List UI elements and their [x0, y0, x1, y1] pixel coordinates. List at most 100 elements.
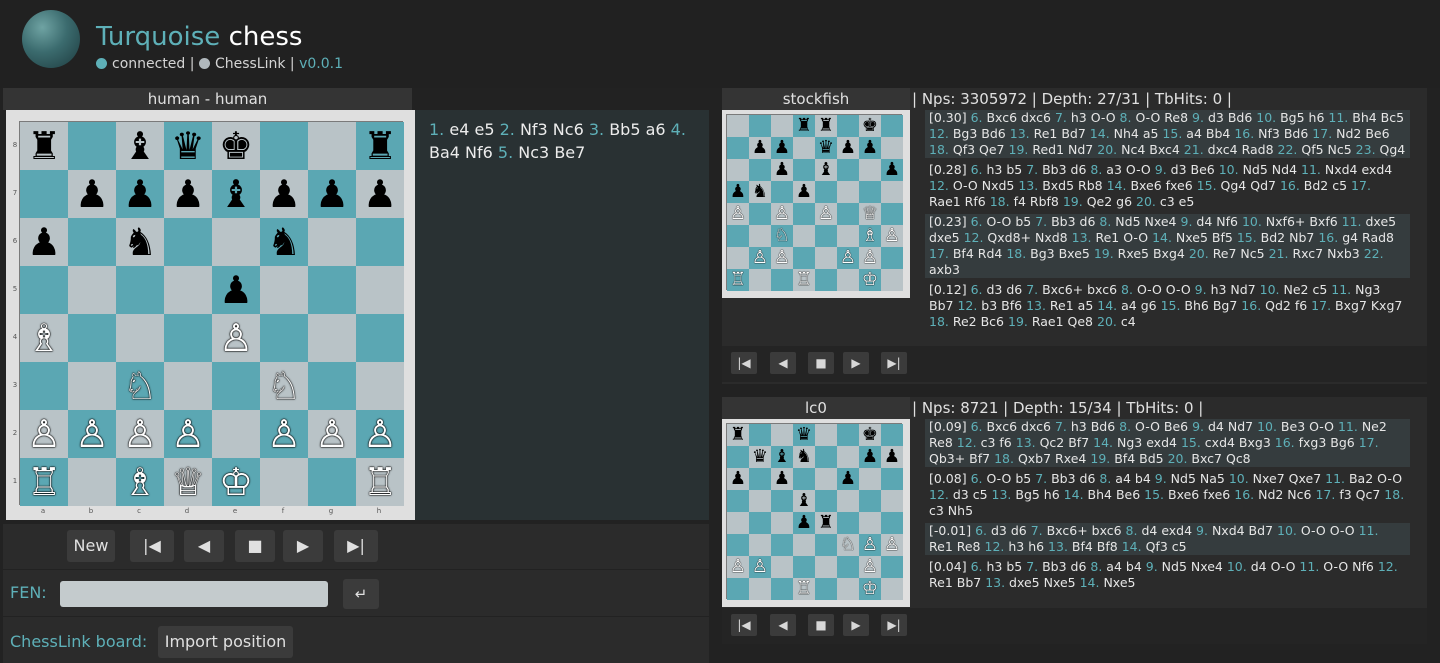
- chess-board[interactable]: ♜ ♝ ♛ ♚ ♜ ♟ ♟ ♟ ♝ ♟ ♟ ♟ ♟ ♞ ♞ ♟ ♗ ♙ ♘ ♘ ♙ ♙ ♙ ♙ ♙ ♙ ♙ ♖ ♗ ♕ ♔ ♖: [19, 121, 404, 506]
- black-queen-icon[interactable]: ♛: [164, 122, 212, 170]
- fen-input[interactable]: [60, 581, 328, 607]
- white-pawn-icon[interactable]: ♙: [68, 410, 116, 458]
- engine-prev-button[interactable]: ◀: [770, 352, 796, 374]
- engine-last-button[interactable]: ▶|: [881, 352, 907, 374]
- board-square[interactable]: [356, 266, 404, 314]
- board-square[interactable]: [68, 458, 116, 506]
- board-square[interactable]: [356, 218, 404, 266]
- board-square[interactable]: [20, 362, 68, 410]
- engine-stop-button[interactable]: ■: [808, 352, 834, 374]
- engine-next-button[interactable]: ▶: [843, 614, 869, 636]
- black-king-icon[interactable]: ♚: [212, 122, 260, 170]
- move-text[interactable]: Ba4 Nf6: [429, 143, 498, 162]
- board-square[interactable]: [20, 170, 68, 218]
- new-game-button[interactable]: New: [67, 530, 115, 562]
- import-position-button[interactable]: Import position: [158, 626, 293, 658]
- board-square[interactable]: [356, 314, 404, 362]
- engine-last-button[interactable]: ▶|: [881, 614, 907, 636]
- last-move-button[interactable]: ▶|: [334, 530, 378, 562]
- board-square[interactable]: [116, 266, 164, 314]
- engine-next-button[interactable]: ▶: [843, 352, 869, 374]
- board-square[interactable]: [116, 314, 164, 362]
- white-pawn-icon[interactable]: ♙: [260, 410, 308, 458]
- black-pawn-icon[interactable]: ♟: [308, 170, 356, 218]
- engine-stats: | Nps: 8721 | Depth: 15/34 | TbHits: 0 |: [912, 399, 1204, 417]
- black-bishop-icon[interactable]: ♝: [212, 170, 260, 218]
- black-pawn-icon[interactable]: ♟: [68, 170, 116, 218]
- pv-line[interactable]: [-0.01] 6. d3 d6 7. Bxc6+ bxc6 8. d4 exd…: [925, 523, 1410, 555]
- engine-stop-button[interactable]: ■: [808, 614, 834, 636]
- pv-line[interactable]: [0.04] 6. h3 b5 7. Bb3 d6 8. a4 b4 9. Nd…: [925, 559, 1410, 591]
- white-pawn-icon[interactable]: ♙: [212, 314, 260, 362]
- board-square[interactable]: [308, 266, 356, 314]
- stop-button[interactable]: ■: [235, 530, 275, 562]
- white-pawn-icon[interactable]: ♙: [164, 410, 212, 458]
- white-rook-icon[interactable]: ♖: [356, 458, 404, 506]
- white-bishop-icon[interactable]: ♗: [116, 458, 164, 506]
- black-knight-icon[interactable]: ♞: [260, 218, 308, 266]
- pv-line[interactable]: [0.08] 6. O-O b5 7. Bb3 d6 8. a4 b4 9. N…: [925, 471, 1410, 519]
- first-move-button[interactable]: |◀: [130, 530, 174, 562]
- black-pawn-icon[interactable]: ♟: [356, 170, 404, 218]
- black-rook-icon[interactable]: ♜: [20, 122, 68, 170]
- board-square[interactable]: [260, 314, 308, 362]
- pv-line[interactable]: [0.28] 6. h3 b5 7. Bb3 d6 8. a3 O-O 9. d…: [925, 162, 1410, 210]
- pv-line[interactable]: [0.12] 6. d3 d6 7. Bxc6+ bxc6 8. O-O O-O…: [925, 282, 1410, 330]
- pv-line[interactable]: [0.30] 6. Bxc6 dxc6 7. h3 O-O 8. O-O Re8…: [925, 110, 1410, 158]
- board-square[interactable]: [260, 266, 308, 314]
- black-pawn-icon[interactable]: ♟: [116, 170, 164, 218]
- white-pawn-icon[interactable]: ♙: [20, 410, 68, 458]
- next-move-button[interactable]: ▶: [283, 530, 323, 562]
- black-bishop-icon[interactable]: ♝: [116, 122, 164, 170]
- white-pawn-icon[interactable]: ♙: [116, 410, 164, 458]
- board-square[interactable]: [164, 266, 212, 314]
- pv-move-text: Bf4 Rd4: [952, 246, 1003, 261]
- board-square[interactable]: [212, 410, 260, 458]
- board-square[interactable]: [68, 314, 116, 362]
- board-square[interactable]: [164, 218, 212, 266]
- pv-line[interactable]: [0.23] 6. O-O b5 7. Bb3 d6 8. Nd5 Nxe4 9…: [925, 214, 1410, 278]
- white-queen-icon[interactable]: ♕: [164, 458, 212, 506]
- white-pawn-icon[interactable]: ♙: [356, 410, 404, 458]
- black-pawn-icon[interactable]: ♟: [164, 170, 212, 218]
- black-pawn-icon[interactable]: ♟: [212, 266, 260, 314]
- board-square[interactable]: [308, 122, 356, 170]
- board-square[interactable]: [308, 314, 356, 362]
- board-square[interactable]: [212, 362, 260, 410]
- white-king-icon[interactable]: ♔: [212, 458, 260, 506]
- white-bishop-icon[interactable]: ♗: [20, 314, 68, 362]
- fen-enter-button[interactable]: ↵: [343, 579, 379, 609]
- black-pawn-icon[interactable]: ♟: [260, 170, 308, 218]
- board-square[interactable]: [164, 362, 212, 410]
- move-text[interactable]: Nf3 Nc6: [520, 120, 589, 139]
- board-square[interactable]: [308, 362, 356, 410]
- white-rook-icon[interactable]: ♖: [20, 458, 68, 506]
- board-square[interactable]: [164, 314, 212, 362]
- black-rook-icon[interactable]: ♜: [356, 122, 404, 170]
- board-square[interactable]: [308, 458, 356, 506]
- board-square[interactable]: [356, 362, 404, 410]
- move-text[interactable]: e4 e5: [449, 120, 499, 139]
- white-knight-icon[interactable]: ♘: [260, 362, 308, 410]
- move-text[interactable]: Nc3 Be7: [518, 143, 585, 162]
- engine-first-button[interactable]: |◀: [731, 614, 757, 636]
- white-pawn-icon[interactable]: ♙: [308, 410, 356, 458]
- board-square[interactable]: [68, 122, 116, 170]
- board-square[interactable]: [68, 266, 116, 314]
- black-knight-icon[interactable]: ♞: [116, 218, 164, 266]
- engine-first-button[interactable]: |◀: [731, 352, 757, 374]
- board-square[interactable]: [20, 266, 68, 314]
- board-square[interactable]: [260, 458, 308, 506]
- white-knight-icon[interactable]: ♘: [116, 362, 164, 410]
- pv-move-number: 21.: [1264, 246, 1293, 261]
- board-square[interactable]: [212, 218, 260, 266]
- board-square[interactable]: [68, 362, 116, 410]
- board-square[interactable]: [260, 122, 308, 170]
- engine-prev-button[interactable]: ◀: [770, 614, 796, 636]
- board-square[interactable]: [68, 218, 116, 266]
- move-text[interactable]: Bb5 a6: [609, 120, 670, 139]
- prev-move-button[interactable]: ◀: [184, 530, 224, 562]
- board-square[interactable]: [308, 218, 356, 266]
- pv-line[interactable]: [0.09] 6. Bxc6 dxc6 7. h3 Bd6 8. O-O Be6…: [925, 419, 1410, 467]
- black-pawn-icon[interactable]: ♟: [20, 218, 68, 266]
